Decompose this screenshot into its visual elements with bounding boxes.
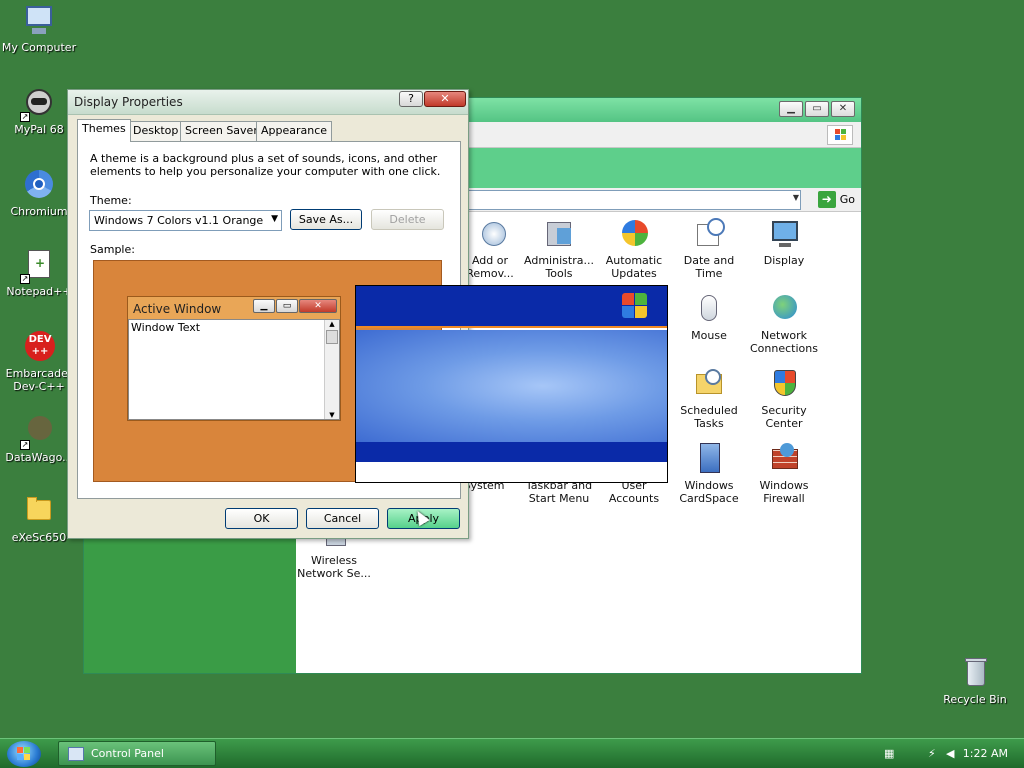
sample-window-body: Window Text ▲ ▼ — [128, 319, 340, 420]
xp-splash-header — [356, 286, 667, 328]
xp-splash-window — [355, 285, 668, 483]
cp-item-scheduled-tasks[interactable]: Scheduled Tasks — [669, 368, 749, 430]
network-connections-icon — [768, 293, 800, 325]
cp-item-admin-tools[interactable]: Administra... Tools — [519, 218, 599, 280]
scheduled-tasks-icon — [693, 368, 725, 400]
chromium-icon — [22, 168, 56, 202]
cp-item-mouse[interactable]: Mouse — [669, 293, 749, 342]
clock[interactable]: 1:22 AM — [963, 747, 1008, 760]
devcpp-icon: DEV ++ — [22, 330, 56, 364]
datawagon-icon: ↗ — [20, 414, 56, 450]
windows-flag-icon — [622, 293, 648, 319]
close-icon: ✕ — [299, 299, 337, 313]
windows-logo-icon — [17, 747, 31, 761]
cardspace-icon — [693, 443, 725, 475]
go-arrow-icon: ➜ — [817, 191, 836, 208]
firewall-icon — [768, 443, 800, 475]
save-as-button[interactable]: Save As... — [290, 209, 362, 230]
cancel-button[interactable]: Cancel — [306, 508, 379, 529]
minimize-button[interactable]: ▁ — [779, 101, 803, 117]
minimize-icon: ▁ — [253, 299, 275, 313]
chevron-down-icon: ▼ — [271, 214, 278, 224]
taskbar-control-panel-button[interactable]: Control Panel — [58, 741, 216, 766]
admin-tools-icon — [543, 218, 575, 250]
windows-logo-icon — [827, 125, 853, 145]
cp-item-date-time[interactable]: Date and Time — [669, 218, 749, 280]
theme-description: A theme is a background plus a set of so… — [90, 152, 441, 178]
cp-item-display[interactable]: Display — [744, 218, 824, 267]
close-button[interactable]: ✕ — [424, 91, 466, 107]
theme-label: Theme: — [90, 194, 132, 207]
keyboard-icon[interactable]: ▦ — [884, 747, 894, 760]
go-button[interactable]: ➜ Go — [817, 191, 855, 208]
tab-appearance[interactable]: Appearance — [256, 121, 333, 141]
desktop-icon-recycle-bin[interactable]: Recycle Bin — [936, 656, 1014, 706]
xp-splash-body — [356, 330, 667, 442]
maximize-icon: ▭ — [276, 299, 298, 313]
tab-screen-saver[interactable]: Screen Saver — [180, 121, 263, 141]
date-time-icon — [693, 218, 725, 250]
tab-desktop[interactable]: Desktop — [128, 121, 184, 141]
folder-icon — [22, 494, 56, 528]
sample-label: Sample: — [90, 243, 135, 256]
xp-splash-footer — [356, 442, 667, 462]
security-center-icon — [768, 368, 800, 400]
volume-icon[interactable]: ◀ — [946, 747, 954, 760]
display-icon — [768, 218, 800, 250]
close-button[interactable]: ✕ — [831, 101, 855, 117]
system-tray: ▦ ⚡ ◀ 1:22 AM — [864, 739, 1024, 768]
desktop-icon-my-computer[interactable]: My Computer — [0, 4, 78, 54]
mouse-icon — [693, 293, 725, 325]
theme-select[interactable]: Windows 7 Colors v1.1 Orange ▼ — [89, 210, 282, 231]
chevron-down-icon[interactable]: ▼ — [793, 193, 799, 202]
notepad-plus-icon: + ↗ — [20, 248, 56, 284]
scrollbar: ▲ ▼ — [324, 320, 339, 419]
help-button[interactable]: ? — [399, 91, 423, 107]
cp-item-security-center[interactable]: Security Center — [744, 368, 824, 430]
cp-item-automatic-updates[interactable]: Automatic Updates — [594, 218, 674, 280]
control-panel-icon — [68, 747, 84, 761]
maximize-button[interactable]: ▭ — [805, 101, 829, 117]
add-remove-programs-icon — [474, 218, 506, 250]
tab-themes[interactable]: Themes — [77, 119, 131, 142]
recycle-bin-icon — [958, 656, 992, 690]
network-status-icon[interactable]: ⚡ — [928, 747, 936, 760]
sample-active-window: Active Window ▁ ▭ ✕ Window Text ▲ ▼ — [127, 296, 341, 421]
ok-button[interactable]: OK — [225, 508, 298, 529]
start-button[interactable] — [7, 741, 41, 767]
raccoon-browser-icon: ↗ — [20, 86, 56, 122]
cp-item-cardspace[interactable]: Windows CardSpace — [669, 443, 749, 505]
taskbar: Control Panel ▦ ⚡ ◀ 1:22 AM — [0, 738, 1024, 768]
automatic-updates-icon — [618, 218, 650, 250]
cp-item-network-connections[interactable]: Network Connections — [744, 293, 824, 355]
computer-icon — [22, 4, 56, 38]
delete-button[interactable]: Delete — [371, 209, 444, 230]
cp-item-firewall[interactable]: Windows Firewall — [744, 443, 824, 505]
